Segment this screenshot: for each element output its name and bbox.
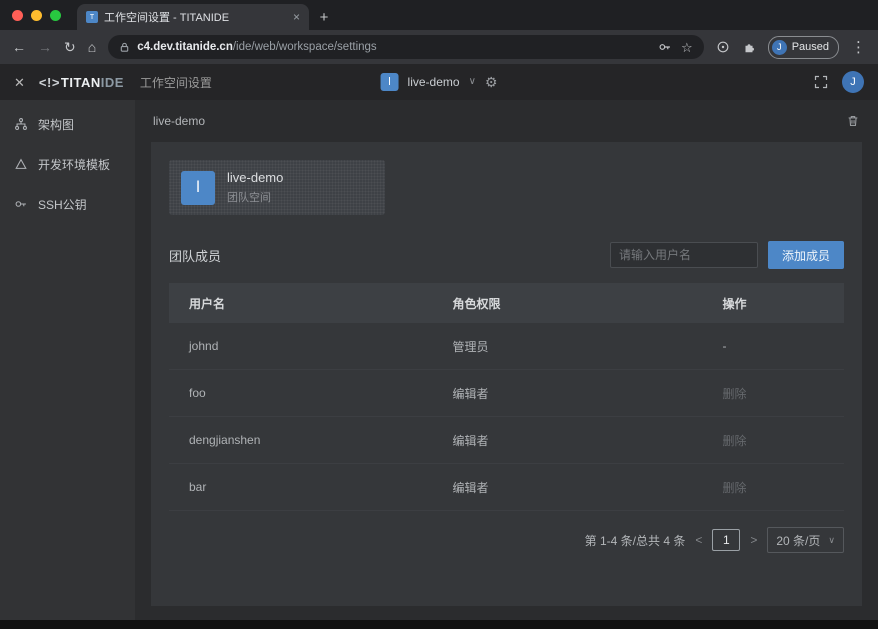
header-right: J — [814, 71, 864, 93]
cell-action-none: - — [723, 339, 845, 353]
tab-favicon-icon: T — [86, 11, 98, 23]
home-icon[interactable]: ⌂ — [88, 40, 96, 54]
content-header: live-demo — [135, 100, 878, 142]
back-icon[interactable]: ← — [12, 40, 26, 54]
cell-username: dengjianshen — [169, 433, 453, 447]
cell-role: 编辑者 — [453, 432, 723, 449]
workspace-name: live-demo — [408, 75, 460, 89]
chevron-down-icon[interactable]: ∨ — [469, 77, 476, 87]
template-triangle-icon — [14, 157, 28, 171]
workspace-card-tile: l — [181, 171, 215, 205]
page-size-select[interactable]: 20 条/页 ∨ — [767, 527, 844, 553]
new-tab-button[interactable]: + — [309, 4, 339, 30]
table-header-row: 用户名 角色权限 操作 — [169, 283, 844, 323]
members-section-title: 团队成员 — [169, 246, 221, 265]
sidebar-item-architecture[interactable]: 架构图 — [0, 104, 135, 144]
delete-member-link[interactable]: 删除 — [723, 432, 845, 449]
members-table: 用户名 角色权限 操作 johnd 管理员 - foo 编辑者 删除 — [169, 283, 844, 511]
prev-page-icon[interactable]: < — [695, 533, 702, 547]
breadcrumb: live-demo — [153, 114, 205, 128]
app-body: 架构图 开发环境模板 SSH公钥 live-demo — [0, 100, 878, 620]
add-member-button[interactable]: 添加成员 — [768, 241, 844, 269]
workspace-tile: l — [381, 73, 399, 91]
workspace-card-type: 团队空间 — [227, 189, 283, 205]
architecture-diagram-icon — [14, 117, 28, 131]
app-logo: <!> TITAN IDE — [39, 75, 124, 90]
delete-workspace-trash-icon[interactable] — [846, 114, 860, 128]
profile-avatar: J — [772, 40, 787, 55]
minimize-window-button[interactable] — [31, 10, 42, 21]
window-controls — [0, 0, 77, 30]
profile-paused-badge[interactable]: J Paused — [768, 36, 839, 59]
sidebar-item-ssh-key[interactable]: SSH公钥 — [0, 184, 135, 224]
tab-close-icon[interactable]: × — [293, 11, 300, 23]
page-size-value: 20 条/页 — [776, 532, 820, 549]
table-row: bar 编辑者 删除 — [169, 464, 844, 511]
browser-toolbar: ← → ↻ ⌂ c4.dev.titanide.cn/ide/web/works… — [0, 30, 878, 64]
close-window-button[interactable] — [12, 10, 23, 21]
chevron-down-icon: ∨ — [828, 536, 835, 545]
url-host: c4.dev.titanide.cn — [137, 41, 233, 53]
sidebar-item-label: 架构图 — [38, 116, 74, 133]
col-header-username: 用户名 — [169, 295, 453, 312]
settings-panel: l live-demo 团队空间 团队成员 添加成员 用户名 角色权限 操作 — [151, 142, 862, 606]
cell-role: 编辑者 — [453, 385, 723, 402]
pagination: 第 1-4 条/总共 4 条 < 1 > 20 条/页 ∨ — [169, 527, 844, 553]
cell-username: bar — [169, 480, 453, 494]
reload-icon[interactable]: ↻ — [64, 40, 76, 54]
workspace-card-texts: live-demo 团队空间 — [227, 170, 283, 205]
workspace-settings-gear-icon[interactable]: ⚙ — [485, 75, 498, 89]
col-header-actions: 操作 — [723, 295, 845, 312]
table-row: foo 编辑者 删除 — [169, 370, 844, 417]
cell-username: foo — [169, 386, 453, 400]
password-key-icon[interactable] — [658, 40, 672, 54]
zoom-window-button[interactable] — [50, 10, 61, 21]
sidebar-item-label: SSH公钥 — [38, 196, 87, 213]
username-input[interactable] — [610, 242, 758, 268]
extension-icon[interactable] — [716, 40, 730, 54]
forward-icon[interactable]: → — [38, 40, 52, 54]
app-header: ✕ <!> TITAN IDE 工作空间设置 l live-demo ∨ ⚙ J — [0, 64, 878, 100]
workspace-card-name: live-demo — [227, 170, 283, 185]
table-row: dengjianshen 编辑者 删除 — [169, 417, 844, 464]
user-avatar[interactable]: J — [842, 71, 864, 93]
delete-member-link[interactable]: 删除 — [723, 385, 845, 402]
next-page-icon[interactable]: > — [750, 533, 757, 547]
address-bar[interactable]: c4.dev.titanide.cn/ide/web/workspace/set… — [108, 35, 703, 59]
fullscreen-icon[interactable] — [814, 75, 828, 89]
browser-tab[interactable]: T 工作空间设置 - TITANIDE × — [77, 4, 309, 30]
logo-mark: <!> — [39, 75, 60, 90]
extensions-puzzle-icon[interactable] — [742, 40, 756, 54]
sidebar-item-label: 开发环境模板 — [38, 156, 110, 173]
app-close-icon[interactable]: ✕ — [14, 76, 25, 89]
members-toolbar: 团队成员 添加成员 — [169, 241, 844, 269]
tab-title: 工作空间设置 - TITANIDE — [104, 9, 287, 25]
browser-tab-bar: T 工作空间设置 - TITANIDE × + — [0, 0, 878, 30]
logo-ide: IDE — [101, 75, 124, 90]
omnibox-actions: ☆ — [658, 40, 693, 54]
ssh-key-icon — [14, 197, 28, 211]
cell-role: 编辑者 — [453, 479, 723, 496]
url-text: c4.dev.titanide.cn/ide/web/workspace/set… — [137, 41, 376, 53]
table-row: johnd 管理员 - — [169, 323, 844, 370]
delete-member-link[interactable]: 删除 — [723, 479, 845, 496]
lock-icon — [119, 42, 130, 53]
sidebar-item-dev-template[interactable]: 开发环境模板 — [0, 144, 135, 184]
browser-menu-icon[interactable]: ⋮ — [851, 40, 866, 55]
pagination-summary: 第 1-4 条/总共 4 条 — [585, 532, 686, 549]
col-header-role: 角色权限 — [453, 295, 723, 312]
workspace-selector[interactable]: l live-demo ∨ ⚙ — [381, 73, 498, 91]
current-page-button[interactable]: 1 — [712, 529, 740, 551]
page-title: 工作空间设置 — [140, 74, 212, 91]
url-path: /ide/web/workspace/settings — [233, 41, 377, 53]
sidebar: 架构图 开发环境模板 SSH公钥 — [0, 100, 135, 620]
workspace-card: l live-demo 团队空间 — [169, 160, 385, 215]
cell-username: johnd — [169, 339, 453, 353]
bookmark-star-icon[interactable]: ☆ — [681, 41, 693, 54]
paused-label: Paused — [792, 41, 829, 53]
browser-window: T 工作空间设置 - TITANIDE × + ← → ↻ ⌂ c4.dev.t… — [0, 0, 878, 620]
content-area: live-demo l live-demo 团队空间 团队成员 — [135, 100, 878, 620]
cell-role: 管理员 — [453, 338, 723, 355]
logo-titan: TITAN — [61, 75, 101, 90]
